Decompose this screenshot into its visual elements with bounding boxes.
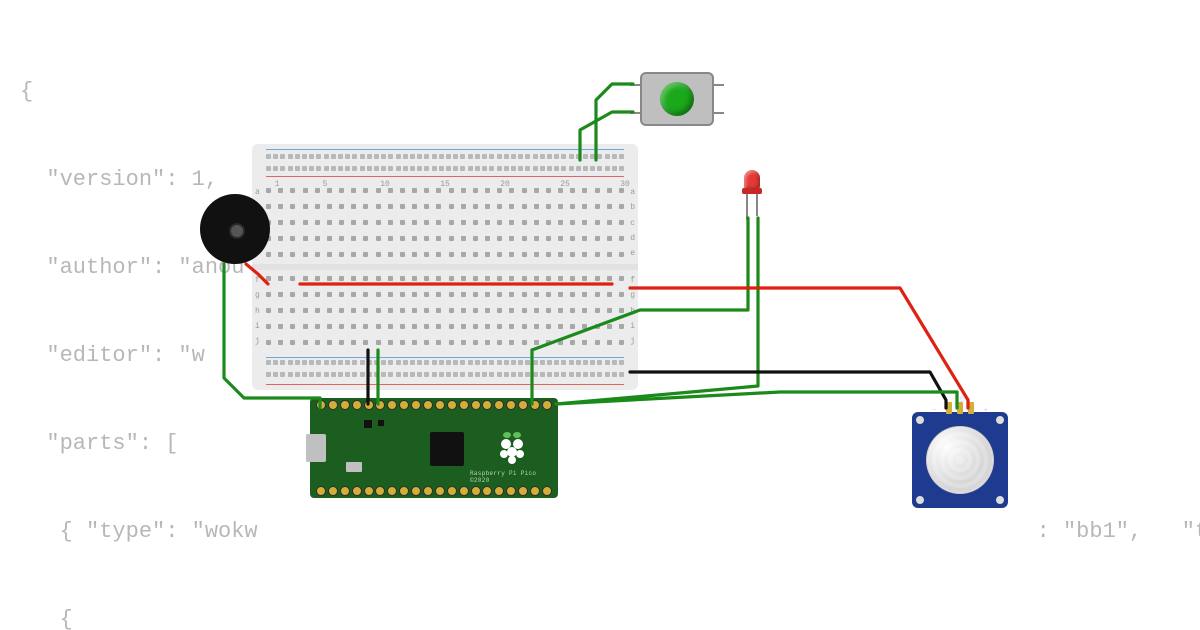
breadboard-power-rail-bottom[interactable] xyxy=(266,360,624,382)
led-cathode[interactable] xyxy=(756,194,758,216)
rail-row xyxy=(266,154,624,162)
pir-pin-label-vcc: + xyxy=(983,406,988,415)
breadboard-field-top[interactable] xyxy=(266,188,624,258)
led-bulb xyxy=(744,170,760,190)
row-letters: abcde xyxy=(630,188,635,258)
rail-row xyxy=(266,372,624,380)
row-letters: fghij xyxy=(255,276,260,346)
raspberry-logo-icon xyxy=(492,428,532,468)
pico-silk-text: Raspberry Pi Pico ©2020 xyxy=(470,470,558,484)
breadboard[interactable]: 151015202530 abcde abcde fghij fghij xyxy=(252,144,638,390)
pir-motion-sensor[interactable]: − D + xyxy=(912,412,1008,508)
buzzer[interactable] xyxy=(200,194,270,264)
pico-pinrow-bottom[interactable] xyxy=(316,486,552,496)
pir-dome xyxy=(926,426,994,494)
breadboard-field-bottom[interactable] xyxy=(266,276,624,346)
pir-pin-label-gnd: − xyxy=(932,406,937,415)
row-letters: fghij xyxy=(630,276,635,346)
pico-usb xyxy=(306,434,326,462)
led-anode[interactable] xyxy=(746,194,748,220)
rail-row xyxy=(266,166,624,174)
rail-row xyxy=(266,360,624,368)
pico-rp2040-chip xyxy=(430,432,464,466)
breadboard-center-gap xyxy=(252,264,638,270)
pushbutton-green[interactable] xyxy=(640,72,714,126)
breadboard-power-rail-top[interactable] xyxy=(266,152,624,174)
pushbutton-cap[interactable] xyxy=(660,82,694,116)
canvas: { "version": 1, "author": "anou "editor"… xyxy=(0,0,1200,630)
raspberry-pi-pico[interactable]: Raspberry Pi Pico ©2020 xyxy=(310,398,558,498)
pico-pinrow-top[interactable] xyxy=(316,400,552,410)
pico-bootsel-button[interactable] xyxy=(346,462,362,472)
pir-pin-label-data: D xyxy=(960,396,965,405)
led-red[interactable] xyxy=(740,170,764,214)
